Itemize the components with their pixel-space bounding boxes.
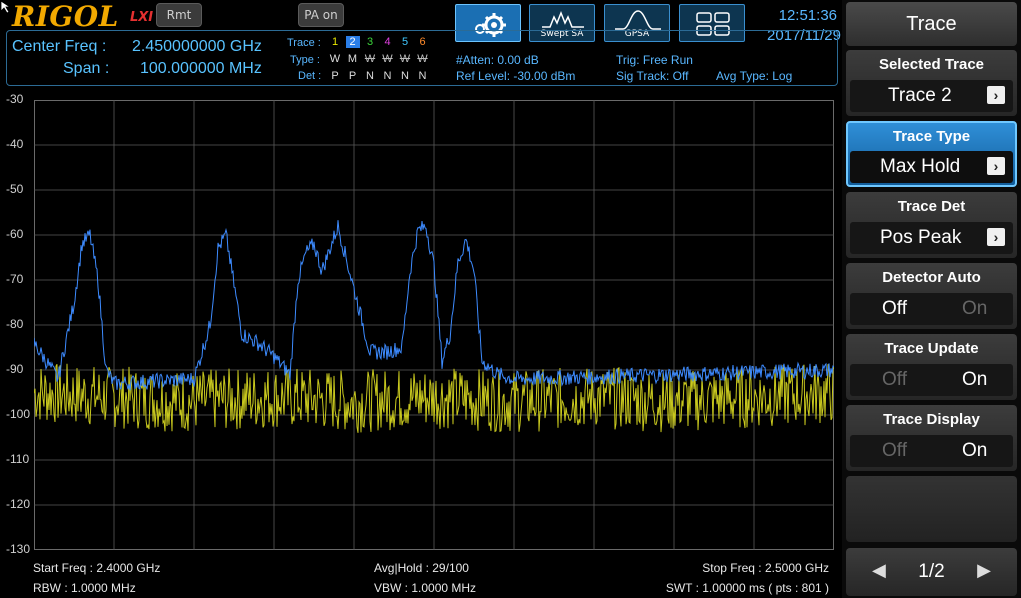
y-tick-label: -90 [6, 362, 24, 376]
detector-auto-off[interactable]: Off [882, 298, 907, 320]
detector-auto-toggle[interactable]: Off On [850, 293, 1013, 325]
trace-update-softkey[interactable]: Trace Update Off On [846, 334, 1017, 400]
trig-status: Trig: Free Run [616, 53, 693, 67]
trace-det-5: N [401, 70, 409, 82]
spectrum-plot[interactable] [34, 100, 834, 550]
trace-number-1[interactable]: 1 [328, 36, 342, 48]
trace-det-label: Trace Det [897, 198, 966, 215]
menu-title: Trace [846, 2, 1017, 46]
trace-type-4: W [382, 53, 393, 65]
span-label: Span : [63, 60, 110, 77]
trace-number-3[interactable]: 3 [363, 36, 377, 48]
trace-det-field[interactable]: Pos Peak › [850, 222, 1013, 254]
trace-type-value: Max Hold [880, 156, 961, 177]
selected-trace-label: Selected Trace [878, 56, 985, 73]
trace-display-off[interactable]: Off [882, 440, 907, 462]
trace-number-5[interactable]: 5 [398, 36, 412, 48]
center-freq-label: Center Freq : [12, 38, 107, 55]
y-tick-label: -100 [6, 407, 31, 421]
trace-type-3: W [364, 53, 376, 65]
stop-freq[interactable]: Stop Freq : 2.5000 GHz [600, 561, 829, 575]
detector-auto-softkey[interactable]: Detector Auto Off On [846, 263, 1017, 329]
start-freq[interactable]: Start Freq : 2.4000 GHz [33, 561, 160, 575]
trace-display-on[interactable]: On [962, 440, 987, 462]
y-tick-label: -130 [6, 542, 31, 556]
det-row-label: Det : [298, 70, 322, 82]
empty-softkey[interactable] [846, 476, 1017, 542]
trace-type-1: W [329, 53, 341, 65]
sweep-time[interactable]: SWT : 1.00000 ms ( pts : 801 ) [600, 581, 829, 595]
trace-det-3: N [366, 70, 374, 82]
ref-level-status: Ref Level: -30.00 dBm [456, 69, 576, 83]
trace-det-1: P [331, 70, 339, 82]
trace-display-softkey[interactable]: Trace Display Off On [846, 405, 1017, 471]
trace-number-2[interactable]: 2 [345, 36, 360, 48]
type-row-label: Type : [290, 54, 320, 66]
y-tick-label: -40 [6, 137, 24, 151]
cursor-arrow-icon [0, 0, 12, 14]
selected-trace-field[interactable]: Trace 2 › [850, 80, 1013, 112]
chevron-right-icon[interactable]: › [987, 86, 1005, 104]
trace-update-off[interactable]: Off [882, 369, 907, 391]
trace-det-value: Pos Peak [880, 227, 962, 248]
lxi-logo: LXI [130, 10, 154, 25]
remote-indicator[interactable]: Rmt [156, 3, 202, 27]
softkey-menu: Trace Selected Trace Trace 2 › Trace Typ… [842, 0, 1021, 598]
trace-row-label: Trace : [287, 37, 321, 49]
menu-pager: ◀ 1/2 ▶ [846, 548, 1017, 596]
trace-type-label: Trace Type [892, 128, 971, 145]
detector-auto-label: Detector Auto [882, 269, 981, 286]
avg-type-status: Avg Type: Log [716, 69, 793, 83]
avg-hold: Avg|Hold : 29/100 [374, 561, 469, 575]
selected-trace-value: Trace 2 [888, 85, 952, 106]
trace-update-label: Trace Update [884, 340, 979, 357]
y-tick-label: -60 [6, 227, 24, 241]
trace-type-6: W [417, 53, 428, 65]
vbw[interactable]: VBW : 1.0000 MHz [374, 581, 476, 595]
y-tick-label: -30 [6, 92, 24, 106]
chevron-right-icon[interactable]: › [987, 228, 1005, 246]
y-tick-label: -120 [6, 497, 31, 511]
trace-update-on[interactable]: On [962, 369, 987, 391]
span-value[interactable]: 100.000000 MHz [140, 60, 262, 78]
pa-indicator[interactable]: PA on [298, 3, 344, 27]
trace-type-softkey[interactable]: Trace Type Max Hold › [846, 121, 1017, 187]
y-tick-label: -50 [6, 182, 24, 196]
center-freq-value[interactable]: 2.450000000 GHz [132, 38, 262, 56]
trace-number-4[interactable]: 4 [381, 36, 395, 48]
trace-type-5: W [399, 53, 411, 65]
y-tick-label: -110 [6, 452, 30, 466]
selected-trace-softkey[interactable]: Selected Trace Trace 2 › [846, 50, 1017, 116]
trace-det-softkey[interactable]: Trace Det Pos Peak › [846, 192, 1017, 258]
trace-number-6[interactable]: 6 [416, 36, 430, 48]
page-indicator: 1/2 [918, 561, 945, 582]
next-page-icon[interactable]: ▶ [977, 560, 991, 581]
clock-time: 12:51:36 [778, 7, 837, 24]
trace-display-toggle[interactable]: Off On [850, 435, 1013, 467]
rigol-logo: RIGOL [12, 0, 119, 33]
trace-display-label: Trace Display [883, 411, 980, 428]
atten-status: #Atten: 0.00 dB [456, 53, 539, 67]
trace-det-4: N [383, 70, 392, 82]
trace-det-6: N [418, 70, 427, 82]
rbw[interactable]: RBW : 1.0000 MHz [33, 581, 136, 595]
chevron-right-icon[interactable]: › [987, 157, 1005, 175]
trace-type-field[interactable]: Max Hold › [850, 151, 1013, 183]
trace-type-2: M [347, 53, 358, 65]
trace-det-2: P [348, 70, 357, 82]
y-tick-label: -80 [6, 317, 24, 331]
sig-track-status: Sig Track: Off [616, 69, 689, 83]
trace-update-toggle[interactable]: Off On [850, 364, 1013, 396]
y-tick-label: -70 [6, 272, 24, 286]
detector-auto-on[interactable]: On [962, 298, 987, 320]
